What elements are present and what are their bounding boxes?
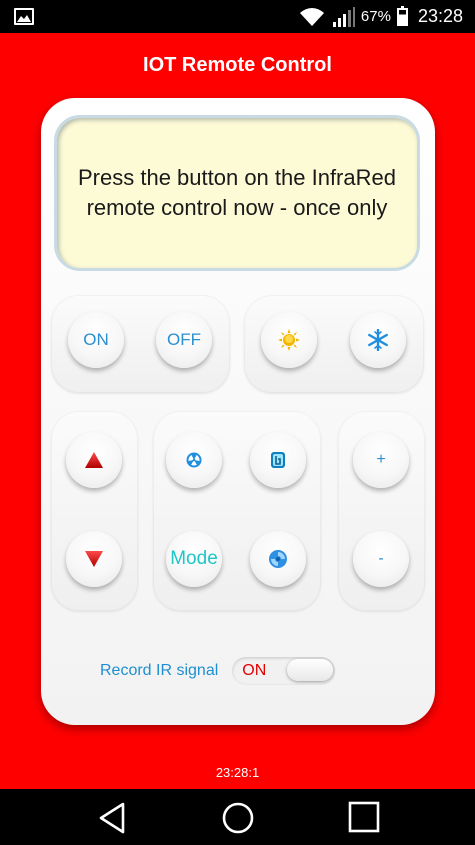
status-icons: 67% 23:28 bbox=[299, 0, 463, 33]
app-title: IOT Remote Control bbox=[143, 53, 332, 76]
status-bar: 67% 23:28 bbox=[0, 0, 475, 33]
triangle-up-icon bbox=[85, 452, 103, 468]
swing-icon bbox=[271, 452, 285, 468]
mode-label: Mode bbox=[170, 548, 218, 569]
mode-panel bbox=[244, 295, 424, 393]
power-panel: ON OFF bbox=[51, 295, 230, 393]
wifi-icon bbox=[299, 7, 324, 26]
heat-button[interactable] bbox=[261, 312, 317, 368]
image-icon bbox=[14, 8, 34, 25]
function-panel: Mode bbox=[153, 411, 321, 611]
footer-time: 23:28:1 bbox=[215, 765, 260, 780]
cool-button[interactable] bbox=[350, 312, 406, 368]
signal-icon bbox=[332, 6, 355, 27]
snowflake-icon bbox=[368, 329, 388, 351]
power-off-button[interactable]: OFF bbox=[156, 312, 212, 368]
remote-body: Press the button on the InfraRed remote … bbox=[41, 98, 435, 725]
record-toggle[interactable]: ON bbox=[232, 657, 336, 685]
record-label: Record IR signal bbox=[100, 662, 219, 679]
speed-panel: + - bbox=[338, 411, 425, 611]
power-on-button[interactable]: ON bbox=[68, 312, 124, 368]
plus-label: + bbox=[376, 451, 386, 468]
triangle-down-icon bbox=[85, 551, 103, 567]
power-on-label: ON bbox=[83, 330, 109, 349]
status-time: 23:28 bbox=[417, 6, 463, 26]
battery-icon bbox=[396, 5, 408, 26]
temp-up-button[interactable] bbox=[66, 432, 122, 488]
mode-button[interactable]: Mode bbox=[166, 531, 222, 587]
fan-button[interactable] bbox=[166, 432, 222, 488]
minus-label: - bbox=[378, 550, 384, 567]
swirl-icon bbox=[269, 550, 287, 568]
temp-down-button[interactable] bbox=[66, 531, 122, 587]
display-message: Press the button on the InfraRed remote … bbox=[78, 165, 396, 220]
home-icon[interactable] bbox=[221, 801, 255, 835]
back-icon[interactable] bbox=[97, 801, 127, 835]
recent-apps-icon[interactable] bbox=[348, 801, 380, 833]
message-display: Press the button on the InfraRed remote … bbox=[54, 115, 420, 271]
toggle-knob[interactable] bbox=[287, 659, 334, 681]
sun-icon bbox=[278, 329, 300, 351]
swing-button[interactable] bbox=[250, 432, 306, 488]
record-row: Record IR signal ON bbox=[100, 656, 336, 686]
fan-icon bbox=[186, 452, 202, 468]
app-bar: IOT Remote Control bbox=[0, 33, 475, 97]
plus-button[interactable]: + bbox=[353, 432, 409, 488]
power-off-label: OFF bbox=[167, 330, 201, 349]
battery-percent: 67% bbox=[360, 8, 391, 25]
minus-button[interactable]: - bbox=[353, 531, 409, 587]
turbo-button[interactable] bbox=[250, 531, 306, 587]
record-toggle-state: ON bbox=[242, 662, 267, 679]
navigation-bar bbox=[0, 789, 475, 845]
temperature-panel bbox=[51, 411, 138, 611]
